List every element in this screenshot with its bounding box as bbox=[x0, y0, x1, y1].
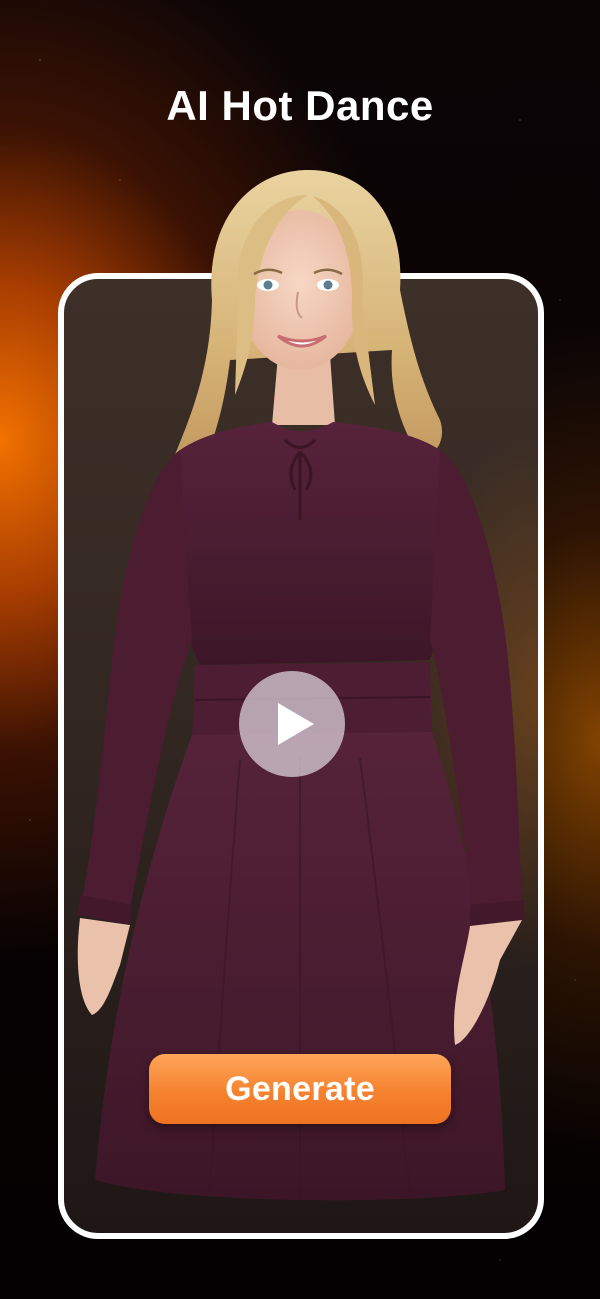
play-icon bbox=[278, 703, 314, 745]
generate-button[interactable]: Generate bbox=[149, 1054, 451, 1124]
play-button[interactable] bbox=[239, 671, 345, 777]
